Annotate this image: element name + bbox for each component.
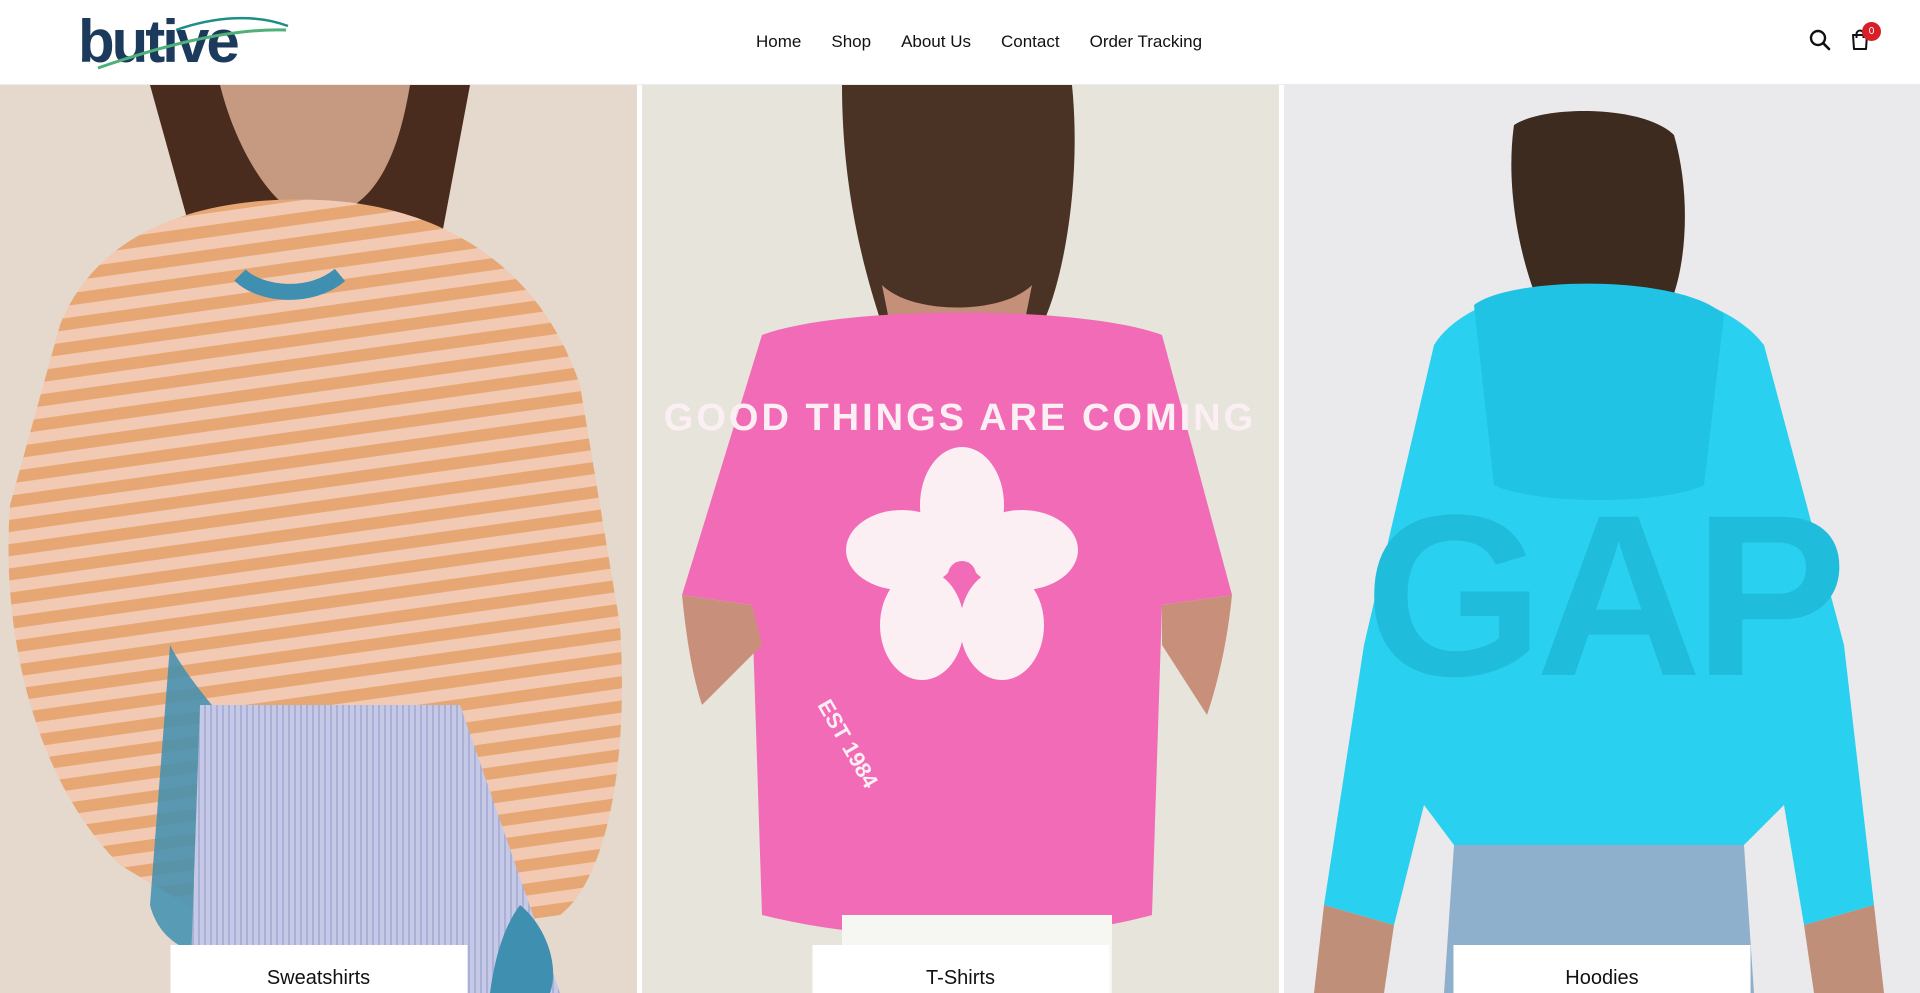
search-icon[interactable]: [1808, 28, 1832, 52]
main-nav: Home Shop About Us Contact Order Trackin…: [756, 0, 1202, 83]
svg-text:GOOD THINGS ARE COMING: GOOD THINGS ARE COMING: [664, 397, 1256, 439]
logo-wordmark: butive: [78, 8, 238, 72]
brand-logo[interactable]: butive: [76, 8, 290, 72]
category-tiles: Sweatshirts GOOD THINGS ARE COMING EST 1…: [0, 85, 1920, 993]
category-tile-sweatshirts[interactable]: Sweatshirts: [0, 85, 637, 993]
nav-about-us[interactable]: About Us: [901, 33, 971, 50]
category-tile-tshirts[interactable]: GOOD THINGS ARE COMING EST 1984 T-Shirts: [642, 85, 1279, 993]
category-tile-hoodies[interactable]: GAP Hoodies: [1284, 85, 1920, 993]
site-header: butive Home Shop About Us Contact Order …: [0, 0, 1920, 85]
cart-count-badge: 0: [1862, 22, 1881, 41]
nav-contact[interactable]: Contact: [1001, 33, 1060, 50]
nav-order-tracking[interactable]: Order Tracking: [1090, 33, 1202, 50]
category-label-sweatshirts[interactable]: Sweatshirts: [170, 945, 467, 993]
nav-shop[interactable]: Shop: [831, 33, 871, 50]
nav-home[interactable]: Home: [756, 33, 801, 50]
hoodie-print-text: GAP: [1365, 467, 1840, 724]
category-label-hoodies[interactable]: Hoodies: [1453, 945, 1751, 993]
category-label-tshirts[interactable]: T-Shirts: [812, 945, 1109, 993]
sweatshirt-photo: [0, 85, 637, 993]
tshirt-photo: GOOD THINGS ARE COMING EST 1984: [642, 85, 1279, 993]
hoodie-photo: GAP: [1284, 85, 1920, 993]
